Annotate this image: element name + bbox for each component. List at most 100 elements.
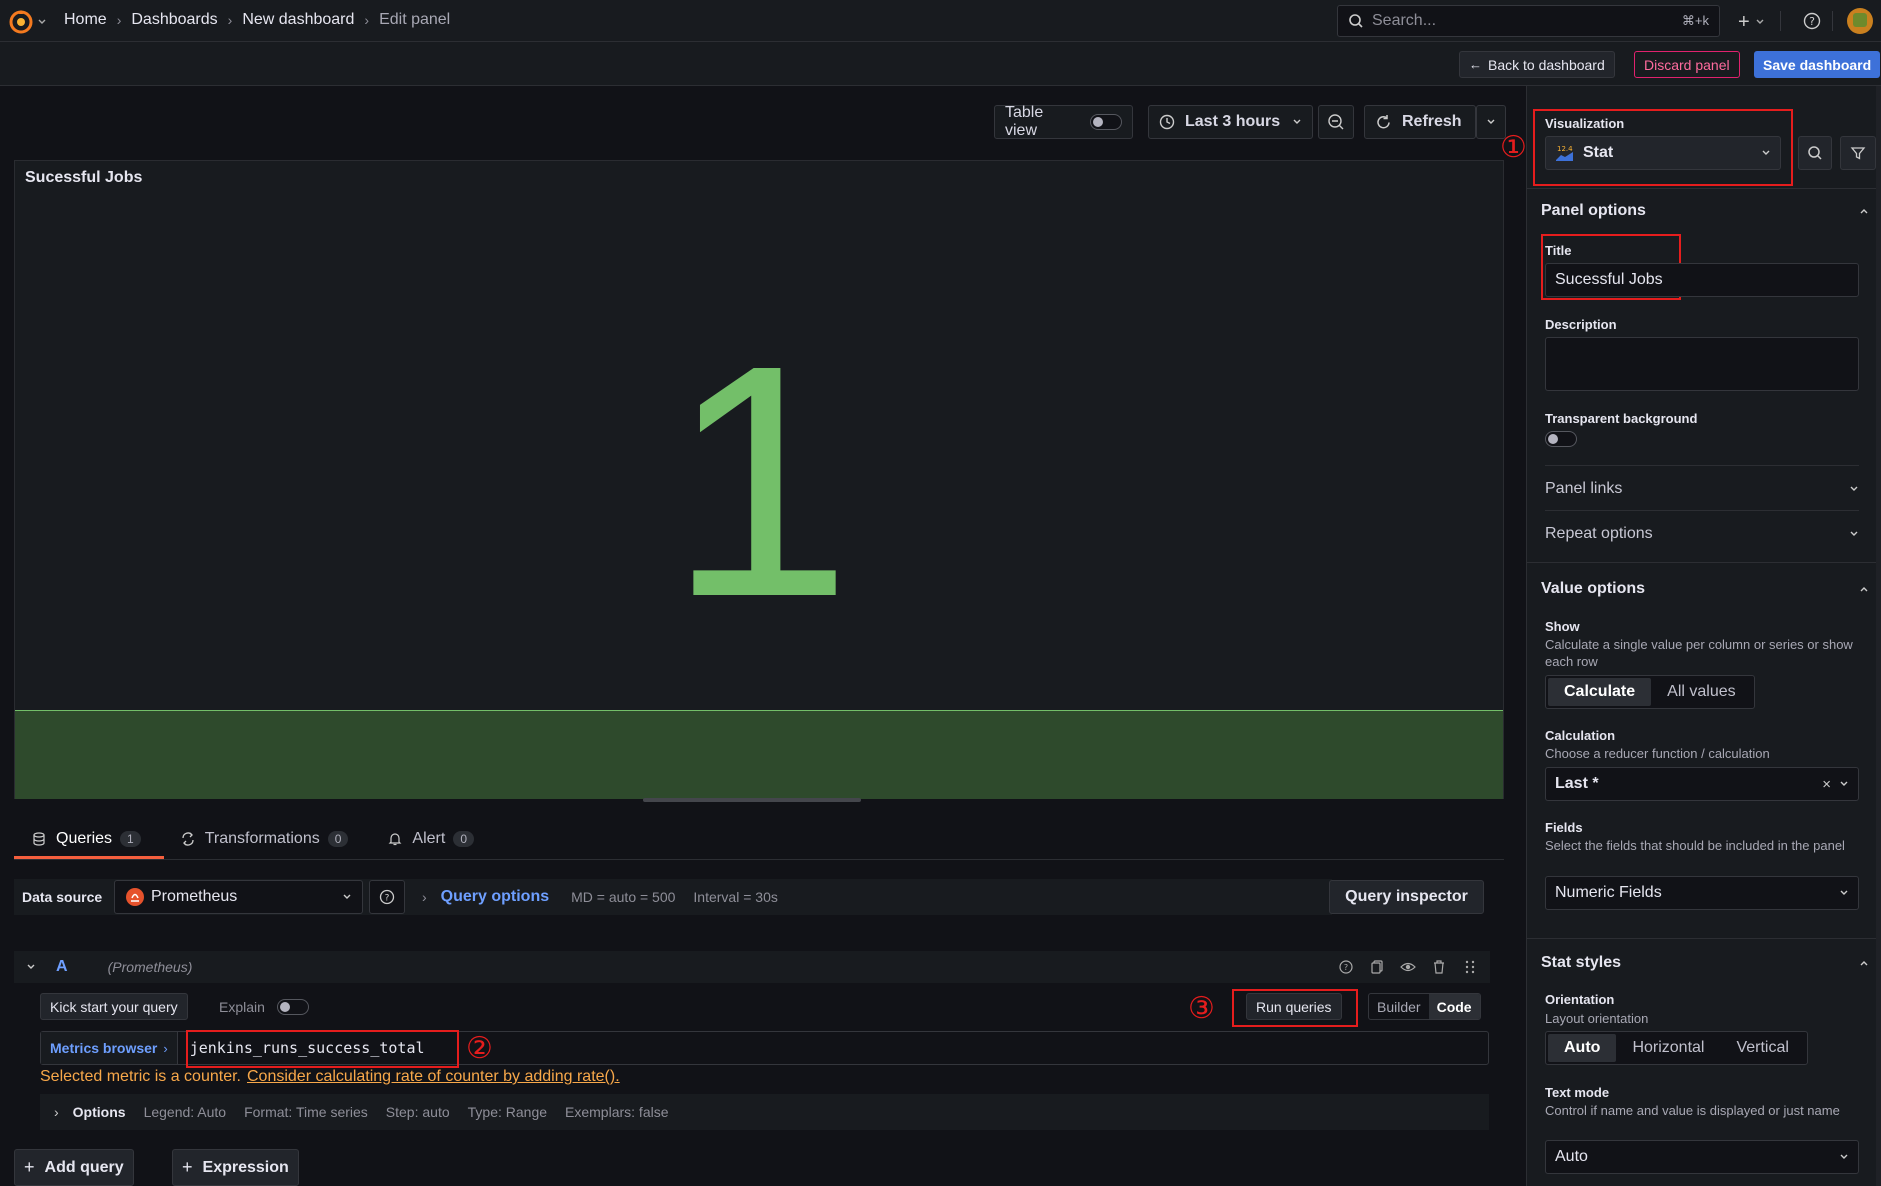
metrics-browser-label: Metrics browser [50,1040,158,1056]
search-input[interactable]: Search... ⌘+k [1337,5,1720,37]
transform-icon [182,832,194,846]
query-options-summary[interactable]: › Options Legend: Auto Format: Time seri… [40,1094,1489,1130]
search-icon [1349,14,1363,28]
orientation-vertical-option[interactable]: Vertical [1720,1034,1804,1062]
run-queries-button[interactable]: Run queries [1246,993,1342,1020]
sidebar-divider [1545,510,1859,511]
panel-links-section[interactable]: Panel links [1545,480,1859,498]
breadcrumb-home[interactable]: Home [64,11,107,29]
duplicate-icon[interactable] [1369,959,1385,975]
add-expression-button[interactable]: + Expression [172,1149,299,1186]
options-type: Type: Range [467,1104,548,1120]
fields-value: Numeric Fields [1555,884,1662,901]
new-menu-button[interactable]: + [1738,12,1765,32]
panel-preview[interactable]: Sucessful Jobs 1 [14,160,1504,799]
options-format: Format: Time series [244,1104,368,1120]
chevron-down-icon [1840,890,1848,895]
value-options-title: Value options [1541,580,1646,597]
refresh-button[interactable]: Refresh [1364,105,1476,139]
chevron-down-icon [1850,531,1858,536]
value-options-header[interactable]: Value options [1541,580,1869,598]
svg-text:?: ? [385,894,390,904]
chevron-up-icon [1860,961,1868,966]
table-view-switch[interactable] [1090,114,1122,130]
orientation-label: Orientation [1545,992,1615,1007]
panel-links-label: Panel links [1545,480,1623,497]
drag-handle-icon[interactable] [1462,959,1478,975]
annotation-1-label: ① [1500,130,1527,165]
help-icon[interactable]: ? [1338,959,1354,975]
clear-icon[interactable]: × [1822,776,1831,793]
datasource-help-button[interactable]: ? [369,880,405,914]
tab-transformations-count: 0 [327,831,349,847]
chevron-down-icon [1487,119,1495,124]
refresh-label: Refresh [1402,113,1462,130]
calculation-description: Choose a reducer function / calculation [1545,746,1770,761]
datasource-picker[interactable]: Prometheus [114,880,363,914]
time-range-label: Last 3 hours [1185,113,1281,130]
builder-mode-button[interactable]: Builder [1369,994,1429,1019]
fields-picker[interactable]: Numeric Fields [1545,876,1859,910]
avatar[interactable] [1847,8,1873,34]
query-inspector-button[interactable]: Query inspector [1329,880,1484,914]
sidebar-divider [1527,188,1881,189]
breadcrumb-dashboards[interactable]: Dashboards [131,11,217,29]
svg-text:12.4: 12.4 [1557,145,1573,153]
text-mode-picker[interactable]: Auto [1545,1140,1859,1174]
chevron-up-icon [1860,209,1868,214]
stat-styles-header[interactable]: Stat styles [1541,954,1869,972]
eye-icon[interactable] [1400,959,1416,975]
breadcrumb-current: Edit panel [379,11,451,28]
filter-options-button[interactable] [1840,136,1876,170]
back-to-dashboard-button[interactable]: ← Back to dashboard [1459,51,1615,78]
explain-switch[interactable] [276,998,309,1015]
orientation-auto-option[interactable]: Auto [1548,1034,1617,1062]
add-rate-link[interactable]: Consider calculating rate of counter by … [247,1068,620,1086]
query-row-header[interactable]: A (Prometheus) ? [14,951,1490,983]
description-textarea[interactable] [1545,337,1859,391]
panel-resize-handle[interactable] [643,798,861,802]
svg-text:?: ? [1809,15,1815,28]
tab-alert[interactable]: Alert 0 [368,819,494,859]
calculation-value: Last * [1555,775,1599,792]
add-query-button[interactable]: + Add query [14,1149,134,1186]
trash-icon[interactable] [1431,959,1447,975]
metrics-browser-button[interactable]: Metrics browser › [41,1032,178,1064]
table-view-label: Table view [1005,104,1044,139]
calculation-picker[interactable]: Last * × [1545,767,1859,801]
title-input[interactable]: Sucessful Jobs [1545,263,1859,297]
panel-options-header[interactable]: Panel options [1541,202,1869,220]
explain-toggle[interactable]: Explain [219,993,309,1020]
show-calculate-option[interactable]: Calculate [1548,678,1652,706]
sidebar-scrollbar[interactable] [1876,86,1881,1186]
tab-queries[interactable]: Queries 1 [14,819,161,859]
table-view-toggle[interactable]: Table view [994,104,1133,139]
discard-panel-button[interactable]: Discard panel [1634,51,1740,78]
visualization-picker[interactable]: 12.4 Stat [1545,136,1781,170]
time-range-picker[interactable]: Last 3 hours [1148,105,1314,139]
chevron-down-icon [1756,19,1764,24]
annotation-3-marker: ③ [1188,994,1215,1024]
zoom-out-button[interactable] [1318,105,1354,139]
grafana-logo-button[interactable] [8,9,47,35]
help-button[interactable]: ? [1803,12,1821,30]
orientation-horizontal-option[interactable]: Horizontal [1616,1034,1720,1062]
visualization-value: Stat [1583,144,1614,161]
transparent-background-switch[interactable] [1545,431,1577,447]
sidebar-divider [1545,465,1859,466]
show-all-values-option[interactable]: All values [1651,678,1751,706]
chevron-down-icon [27,964,35,969]
code-mode-button[interactable]: Code [1428,994,1480,1019]
repeat-options-section[interactable]: Repeat options [1545,525,1859,543]
text-mode-description: Control if name and value is displayed o… [1545,1103,1840,1118]
breadcrumb-new-dashboard[interactable]: New dashboard [242,11,354,29]
save-dashboard-button[interactable]: Save dashboard [1754,51,1881,78]
stat-viz-icon: 12.4 [1556,145,1573,161]
query-ref-id[interactable]: A [56,958,68,976]
query-options-label: Query options [440,888,550,905]
back-to-dashboard-label: Back to dashboard [1488,56,1605,73]
query-options-toggle[interactable]: › Query options MD = auto = 500 Interval… [422,880,778,914]
tab-transformations[interactable]: Transformations 0 [161,819,369,859]
kickstart-query-button[interactable]: Kick start your query [40,993,188,1020]
search-options-button[interactable] [1798,136,1832,170]
